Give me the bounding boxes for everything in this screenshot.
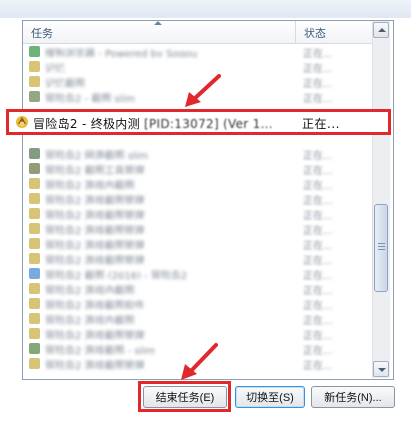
table-row[interactable]: 冒险岛2 网游截图 slim 正在... xyxy=(23,146,373,162)
task-status: 正在... xyxy=(303,196,333,207)
task-status: 正在... xyxy=(303,211,333,222)
switch-to-button[interactable]: 切换至(S) xyxy=(235,386,305,408)
column-separator[interactable] xyxy=(295,21,296,43)
scroll-up-button[interactable] xyxy=(373,22,389,38)
task-status: 正在... xyxy=(303,241,333,252)
task-status: 正在... xyxy=(303,286,333,297)
task-status: 正在... xyxy=(303,346,333,357)
folder-icon xyxy=(29,223,40,234)
task-status: 正在... xyxy=(303,256,333,267)
app-icon xyxy=(29,343,40,354)
game-icon xyxy=(16,116,28,128)
table-row[interactable]: 记忆 正在... xyxy=(23,59,373,75)
folder-icon xyxy=(29,358,40,369)
selected-task-status: 正在... xyxy=(302,117,340,131)
table-row[interactable]: 冒险岛2 游戏内截图 正在... xyxy=(23,311,373,327)
task-manager-window: 任务 状态 搜狗浏览器 - Powered by Sogou 正在... 记忆 … xyxy=(0,0,411,426)
task-name: 冒险岛2 游戏截图管理 xyxy=(45,241,145,249)
table-row[interactable]: 冒险岛2 游戏内截图 正在... xyxy=(23,281,373,297)
task-name: 冒险岛2 游戏截图管理 xyxy=(45,196,145,204)
task-name: 冒险岛2 游戏截图软件 xyxy=(45,301,145,309)
task-name: 冒险岛2 游戏内截图 xyxy=(45,286,135,294)
table-row[interactable]: 冒险岛2 游戏内截图 正在... xyxy=(23,176,373,192)
folder-icon xyxy=(29,61,40,72)
folder-icon xyxy=(29,178,40,189)
task-name: 搜狗浏览器 - Powered by Sogou xyxy=(45,49,198,57)
grip-line xyxy=(378,249,385,250)
task-name: 冒险岛2 - 截图 slim xyxy=(45,94,136,102)
sort-arrow-icon xyxy=(154,21,162,25)
task-status: 正在... xyxy=(303,94,333,105)
task-name: 冒险岛2 游戏截图管理 xyxy=(45,331,145,339)
selected-task-row[interactable]: 冒险岛2 - 终极内测 [PID:13072] (Ver 1... 正在... xyxy=(6,109,391,135)
app-icon xyxy=(29,268,40,279)
grip-line xyxy=(378,246,385,247)
annotation-arrow-icon xyxy=(181,343,218,380)
task-name: 记忆截图 xyxy=(45,79,85,87)
table-row[interactable]: 冒险岛2 游戏截图管理 正在... xyxy=(23,221,373,237)
annotation-arrow-icon xyxy=(185,74,221,107)
selected-task-name: 冒险岛2 - 终极内测 [PID:13072] (Ver 1... xyxy=(33,117,273,131)
task-name: 冒险岛2 游戏截图管理 xyxy=(45,226,145,234)
table-row[interactable]: 搜狗浏览器 - Powered by Sogou 正在... xyxy=(23,44,373,60)
task-status: 正在... xyxy=(303,226,333,237)
app-icon xyxy=(29,91,40,102)
table-row[interactable]: 冒险岛2 游戏截图管理 正在... xyxy=(23,326,373,342)
scroll-down-button[interactable] xyxy=(373,361,389,377)
list-header: 任务 状态 xyxy=(23,21,373,44)
arrow-up-icon xyxy=(378,28,386,32)
folder-icon xyxy=(29,328,40,339)
task-name: 冒险岛2 网游截图 slim xyxy=(45,151,149,159)
task-status: 正在... xyxy=(303,166,333,177)
task-status: 正在... xyxy=(303,64,333,75)
scroll-thumb[interactable] xyxy=(374,204,388,292)
task-name: 冒险岛2 游戏内截图 xyxy=(45,181,135,189)
table-row[interactable]: 冒险岛2 游戏截图管理 正在... xyxy=(23,191,373,207)
task-name: 冒险岛2 游戏截图管理 xyxy=(45,256,145,264)
task-name: 冒险岛2 游戏内截图 xyxy=(45,316,135,324)
folder-icon xyxy=(29,253,40,264)
task-name: 冒险岛2 游戏截图管理 xyxy=(45,211,145,219)
task-name: 记忆 xyxy=(45,64,65,72)
table-row[interactable]: 冒险岛2 游戏截图管理 正在... xyxy=(23,206,373,222)
task-status: 正在... xyxy=(303,79,333,90)
task-name: 冒险岛2 截图 (2016) - 冒险岛2 xyxy=(45,271,188,279)
grip-line xyxy=(378,243,385,244)
end-task-button[interactable]: 结束任务(E) xyxy=(143,386,227,408)
table-row[interactable]: 冒险岛2 截图工具管理 正在... xyxy=(23,161,373,177)
window-top-strip xyxy=(0,0,411,18)
folder-icon xyxy=(29,193,40,204)
task-status: 正在... xyxy=(303,361,333,372)
task-status: 正在... xyxy=(303,316,333,327)
folder-icon xyxy=(29,283,40,294)
task-name: 冒险岛2 截图工具管理 xyxy=(45,166,145,174)
arrow-down-icon xyxy=(378,368,386,372)
column-header-status[interactable]: 状态 xyxy=(304,25,326,41)
task-status: 正在... xyxy=(303,49,333,60)
task-status: 正在... xyxy=(303,181,333,192)
column-header-task[interactable]: 任务 xyxy=(31,25,53,41)
app-icon xyxy=(29,148,40,159)
table-row[interactable]: 冒险岛2 游戏截图软件 正在... xyxy=(23,296,373,312)
folder-icon xyxy=(29,313,40,324)
app-icon xyxy=(29,163,40,174)
folder-icon xyxy=(29,238,40,249)
vertical-scrollbar[interactable] xyxy=(372,21,390,378)
task-status: 正在... xyxy=(303,271,333,282)
folder-icon xyxy=(29,208,40,219)
table-row[interactable]: 冒险岛2 游戏截图管理 正在... xyxy=(23,236,373,252)
new-task-button[interactable]: 新任务(N)... xyxy=(311,386,395,408)
task-status: 正在... xyxy=(303,301,333,312)
app-icon xyxy=(29,46,40,57)
task-status: 正在... xyxy=(303,151,333,162)
task-name: 冒险岛2 游戏截图 - slim xyxy=(45,346,156,354)
task-status: 正在... xyxy=(303,331,333,342)
folder-icon xyxy=(29,298,40,309)
folder-icon xyxy=(29,76,40,87)
table-row[interactable]: 冒险岛2 截图 (2016) - 冒险岛2 正在... xyxy=(23,266,373,282)
task-name: 冒险岛2 游戏截图管理 xyxy=(45,361,145,369)
table-row[interactable]: 冒险岛2 游戏截图管理 正在... xyxy=(23,251,373,267)
